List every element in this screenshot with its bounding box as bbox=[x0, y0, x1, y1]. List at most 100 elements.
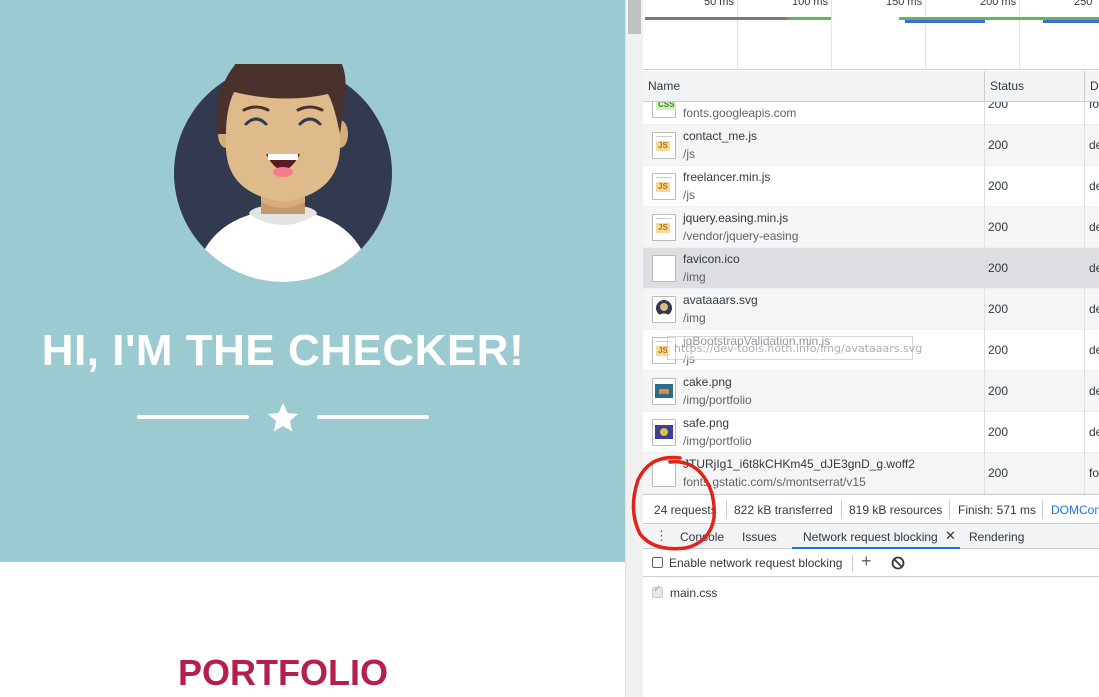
column-header-status[interactable]: Status bbox=[985, 71, 1085, 102]
column-separator[interactable] bbox=[1084, 102, 1085, 494]
network-summary-bar: 24 requests 822 kB transferred 819 kB re… bbox=[643, 494, 1099, 523]
hero-title: HI, I'M THE CHECKER! bbox=[41, 326, 525, 375]
summary-separator bbox=[841, 500, 842, 519]
request-name: cake.png bbox=[683, 375, 732, 389]
request-domain: de bbox=[1089, 384, 1099, 398]
table-row[interactable]: JTURjIg1_i6t8kCHKm45_dJE3gnD_g.woff2 font… bbox=[643, 453, 1099, 494]
css-file-icon: CSS bbox=[652, 102, 677, 118]
request-domain: de bbox=[1089, 138, 1099, 152]
request-name: jquery.easing.min.js bbox=[683, 211, 789, 225]
pattern-label: main.css bbox=[670, 586, 718, 600]
request-path: /img/portfolio bbox=[683, 434, 752, 448]
column-header-name[interactable]: Name bbox=[643, 71, 985, 102]
table-row[interactable]: CSS fonts.googleapis.com 200 fo bbox=[643, 102, 1099, 125]
request-domain: de bbox=[1089, 261, 1099, 275]
tab-network-request-blocking[interactable]: Network request blocking bbox=[803, 530, 938, 544]
tab-issues[interactable]: Issues bbox=[742, 530, 777, 544]
request-name: safe.png bbox=[683, 416, 730, 430]
enable-blocking-checkbox[interactable] bbox=[652, 557, 663, 568]
close-tab-icon[interactable]: ✕ bbox=[945, 528, 956, 544]
request-name: JTURjIg1_i6t8kCHKm45_dJE3gnD_g.woff2 bbox=[683, 457, 915, 471]
overview-bar bbox=[645, 17, 787, 20]
overview-tick-label: 50 ms bbox=[704, 0, 734, 8]
page-viewport: HI, I'M THE CHECKER! PORTFOLIO bbox=[0, 0, 625, 697]
table-row[interactable]: cake.png/img/portfolio 200 de bbox=[643, 371, 1099, 412]
summary-finish: Finish: 571 ms bbox=[958, 503, 1037, 517]
more-tabs-icon[interactable]: ⋮ bbox=[655, 529, 668, 542]
request-domain: de bbox=[1089, 343, 1099, 357]
table-row[interactable]: JS jquery.easing.min.js/vendor/jquery-eas… bbox=[643, 207, 1099, 248]
request-status: 200 bbox=[988, 102, 1009, 111]
request-path: /img bbox=[683, 311, 706, 325]
toolbar-separator bbox=[852, 555, 853, 572]
request-domain: de bbox=[1089, 220, 1099, 234]
request-domain: fo bbox=[1089, 466, 1099, 480]
request-domain: fo bbox=[1089, 102, 1099, 111]
request-domain: de bbox=[1089, 302, 1099, 316]
overview-grid-line bbox=[925, 0, 926, 70]
js-file-icon: JS bbox=[652, 214, 676, 241]
request-path: /vendor/jquery-easing bbox=[683, 229, 799, 243]
request-path: /img/portfolio bbox=[683, 393, 752, 407]
request-status: 200 bbox=[988, 138, 1009, 152]
table-row[interactable]: avataaars.svg/img 200 de bbox=[643, 289, 1099, 330]
summary-separator bbox=[949, 500, 950, 519]
overview-bar bbox=[787, 17, 831, 20]
summary-requests: 24 requests bbox=[654, 503, 717, 517]
summary-resources: 819 kB resources bbox=[849, 503, 943, 517]
js-file-icon: JS bbox=[652, 173, 676, 200]
request-status: 200 bbox=[988, 179, 1009, 193]
overview-tick-label: 250 bbox=[1074, 0, 1093, 8]
requests-table-header: Name Status Do bbox=[643, 71, 1099, 102]
cake-thumbnail-icon bbox=[652, 378, 676, 405]
summary-domcontentloaded: DOMCon bbox=[1051, 503, 1099, 517]
request-status: 200 bbox=[988, 343, 1009, 357]
drawer-tabbar: ⋮ Console Issues Network request blockin… bbox=[643, 523, 1099, 549]
overview-grid-line bbox=[1019, 0, 1020, 70]
divider-line-left bbox=[137, 415, 249, 419]
request-path: /img bbox=[683, 270, 706, 284]
tab-console[interactable]: Console bbox=[680, 530, 724, 544]
request-status: 200 bbox=[988, 384, 1009, 398]
avatar-thumbnail-icon bbox=[652, 296, 676, 323]
hero-section: HI, I'M THE CHECKER! bbox=[0, 0, 625, 562]
requests-table: CSS fonts.googleapis.com 200 fo JS contact_me… bbox=[643, 102, 1099, 494]
column-separator[interactable] bbox=[984, 102, 985, 494]
request-name: contact_me.js bbox=[683, 129, 758, 143]
page-scrollbar[interactable] bbox=[625, 0, 643, 697]
checkmark-icon: ✓ bbox=[653, 584, 662, 595]
request-status: 200 bbox=[988, 261, 1009, 275]
table-row[interactable]: safe.png/img/portfolio 200 de bbox=[643, 412, 1099, 453]
overview-grid-line bbox=[737, 0, 738, 70]
request-domain: de bbox=[1089, 179, 1099, 193]
overview-tick-label: 200 ms bbox=[980, 0, 1017, 8]
column-header-domain[interactable]: Do bbox=[1085, 71, 1099, 102]
request-path: /js bbox=[683, 147, 695, 161]
divider-line-right bbox=[317, 415, 429, 419]
tab-rendering[interactable]: Rendering bbox=[969, 530, 1024, 544]
star-icon bbox=[268, 403, 298, 432]
request-name: avataaars.svg bbox=[683, 293, 758, 307]
add-pattern-icon[interactable]: + bbox=[861, 551, 872, 571]
blocking-pattern-item[interactable]: ✓ main.css bbox=[643, 577, 1099, 607]
avatar bbox=[174, 64, 392, 282]
js-file-icon: JS bbox=[652, 132, 676, 159]
request-status: 200 bbox=[988, 302, 1009, 316]
summary-separator bbox=[726, 500, 727, 519]
table-row[interactable]: JS freelancer.min.js/js 200 de bbox=[643, 166, 1099, 207]
summary-transferred: 822 kB transferred bbox=[734, 503, 833, 517]
network-overview[interactable]: 50 ms 100 ms 150 ms 200 ms 250 bbox=[643, 0, 1099, 70]
table-row[interactable]: JS contact_me.js/js 200 de bbox=[643, 125, 1099, 166]
request-name: freelancer.min.js bbox=[683, 170, 771, 184]
request-status: 200 bbox=[988, 466, 1009, 480]
font-file-icon bbox=[652, 460, 676, 487]
enable-blocking-label[interactable]: Enable network request blocking bbox=[669, 556, 842, 570]
overview-tick-label: 150 ms bbox=[886, 0, 923, 8]
table-row[interactable]: favicon.ico/img 200 de bbox=[643, 248, 1099, 289]
request-path: /js bbox=[683, 188, 695, 202]
page-scroll-thumb[interactable] bbox=[628, 0, 641, 34]
overview-bar bbox=[1043, 20, 1099, 23]
request-status: 200 bbox=[988, 425, 1009, 439]
clear-patterns-icon[interactable] bbox=[891, 556, 905, 570]
request-status: 200 bbox=[988, 220, 1009, 234]
